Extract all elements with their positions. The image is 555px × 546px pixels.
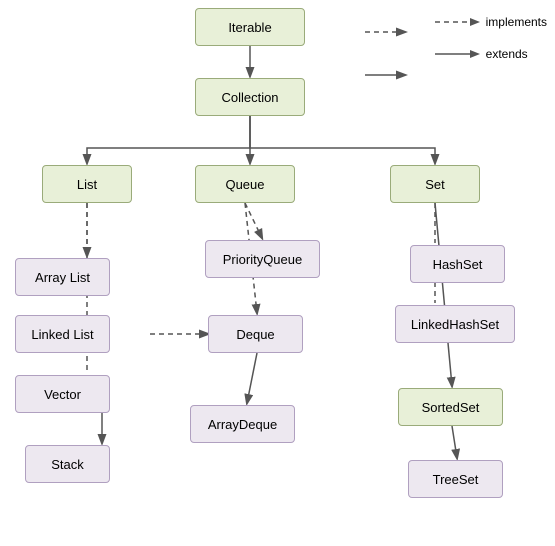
node-priorityqueue: PriorityQueue bbox=[205, 240, 320, 278]
node-set: Set bbox=[390, 165, 480, 203]
node-stack: Stack bbox=[25, 445, 110, 483]
legend-implements: implements bbox=[435, 15, 547, 29]
node-list: List bbox=[42, 165, 132, 203]
legend: implements extends bbox=[435, 15, 547, 79]
node-arraydeque: ArrayDeque bbox=[190, 405, 295, 443]
node-hashset: HashSet bbox=[410, 245, 505, 283]
node-collection: Collection bbox=[195, 78, 305, 116]
node-vector: Vector bbox=[15, 375, 110, 413]
node-deque: Deque bbox=[208, 315, 303, 353]
node-sortedset: SortedSet bbox=[398, 388, 503, 426]
node-treeset: TreeSet bbox=[408, 460, 503, 498]
node-linkedhashset: LinkedHashSet bbox=[395, 305, 515, 343]
node-linkedlist: Linked List bbox=[15, 315, 110, 353]
diagram-container: Iterable Collection List Queue Set Array… bbox=[0, 0, 555, 546]
legend-extends: extends bbox=[435, 47, 547, 61]
node-queue: Queue bbox=[195, 165, 295, 203]
node-arraylist: Array List bbox=[15, 258, 110, 296]
node-iterable: Iterable bbox=[195, 8, 305, 46]
